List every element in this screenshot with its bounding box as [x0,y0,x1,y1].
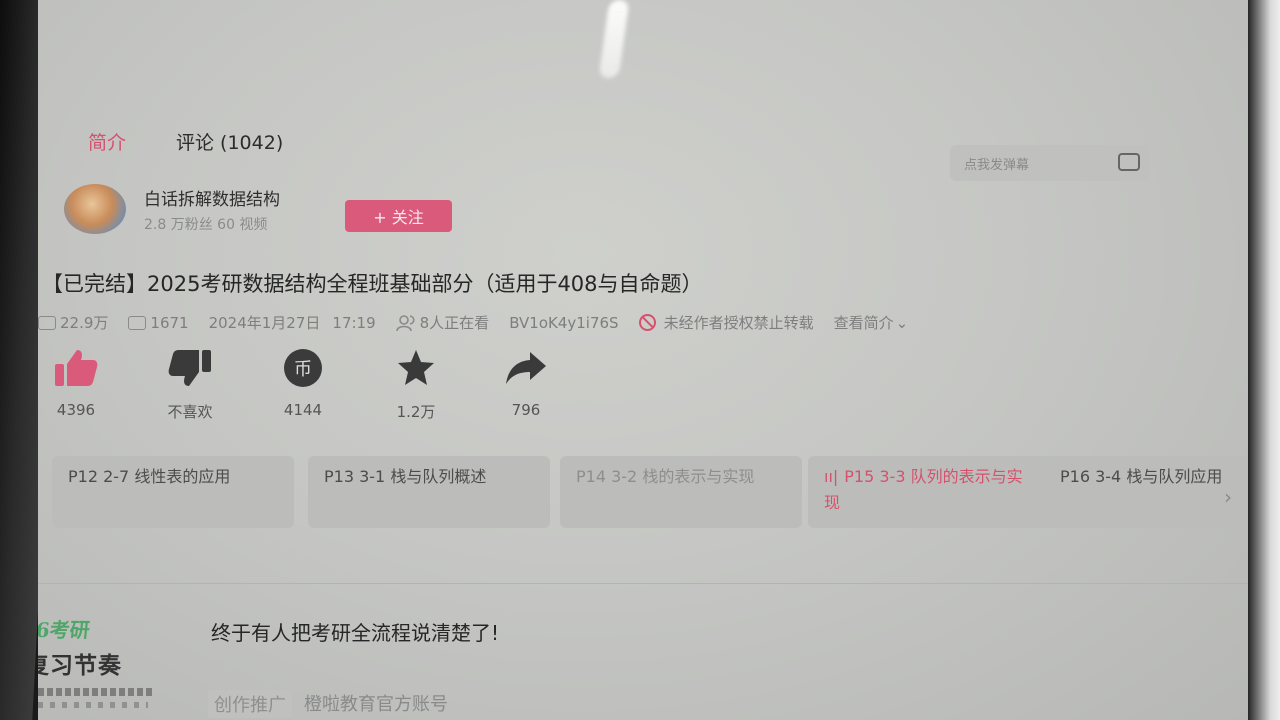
thumbs-down-icon [168,350,211,386]
coin-count: 4144 [283,401,323,419]
view-intro-link[interactable]: 查看简介 ⌄ [834,312,909,333]
promo-tag: 创作推广 [208,690,292,718]
danmaku-count-icon [128,315,147,330]
danmaku-input[interactable]: 点我发弹幕 [950,145,1150,181]
author-block[interactable]: 白话拆解数据结构 2.8 万粉丝 60 视频 [64,184,280,234]
avatar[interactable] [64,184,126,234]
episode-label: P13 3-1 栈与队列概述 [324,467,487,486]
thumb-decoration [38,688,152,696]
danmaku-count: 1671 [150,313,189,332]
episode-list: P12 2-7 线性表的应用 P13 3-1 栈与队列概述 P14 3-2 栈的… [38,456,1248,534]
thumbs-up-icon [55,350,98,386]
promo-account[interactable]: 橙啦教育官方账号 [304,690,448,718]
star-icon [398,350,434,385]
tab-comments[interactable]: 评论 (1042) [176,128,283,155]
promo-thumbnail[interactable]: 26考研 考复习节奏 [38,610,188,720]
play-count-icon [38,315,56,330]
favorite-count: 1.2万 [396,403,436,421]
light-glare [598,0,630,78]
episode-label: P15 3-3 队列的表示与实现 [824,467,1023,512]
author-name[interactable]: 白话拆解数据结构 [144,185,280,210]
like-button[interactable]: 4396 [38,345,116,419]
episode-item-p16[interactable]: P16 3-4 栈与队列应用 › [1044,456,1248,528]
publish-date: 2024年1月27日 [208,314,321,332]
publish-time: 17:19 [332,313,376,332]
favorite-button[interactable]: 1.2万 [376,345,456,422]
episode-item-p12[interactable]: P12 2-7 线性表的应用 [52,456,294,528]
share-button[interactable]: 796 [486,345,566,419]
watching-icon [395,314,415,331]
bvid[interactable]: BV1oK4y1i76S [509,314,618,332]
promo-title[interactable]: 终于有人把考研全流程说清楚了! [211,617,499,646]
view-intro-label[interactable]: 查看简介 [834,312,894,333]
coin-button[interactable]: 币 4144 [263,345,343,419]
tab-intro[interactable]: 简介 [88,128,126,155]
follow-button[interactable]: + 关注 [345,200,452,232]
coin-icon: 币 [284,349,322,387]
episode-label: P12 2-7 线性表的应用 [68,467,231,486]
no-repost-text: 未经作者授权禁止转载 [663,314,814,332]
tab-bar: 简介 评论 (1042) [88,128,283,155]
dislike-label: 不喜欢 [167,403,213,421]
thumb-line2: 考复习节奏 [38,652,122,679]
episode-label: P16 3-4 栈与队列应用 [1060,467,1223,486]
action-bar: 4396 不喜欢 币 4144 1.2万 796 [38,345,578,425]
no-repost-icon [638,314,656,331]
author-stats: 2.8 万粉丝 60 视频 [144,216,268,233]
danmaku-tv-icon[interactable] [1118,153,1140,171]
video-title: 【已完结】2025考研数据结构全程班基础部分（适用于408与自命题） [42,272,703,296]
promo-meta: 创作推广 橙啦教育官方账号 [208,690,448,718]
episode-item-p13[interactable]: P13 3-1 栈与队列概述 [308,456,550,528]
episode-item-p14[interactable]: P14 3-2 栈的表示与实现 [560,456,802,528]
like-count: 4396 [56,401,96,419]
danmaku-placeholder: 点我发弹幕 [964,157,1030,173]
episode-label: P14 3-2 栈的表示与实现 [576,467,755,486]
watching-count: 8人正在看 [419,314,490,332]
playing-bars-icon: ıı| [824,467,839,486]
thumb-line1: 26考研 [38,618,91,642]
episode-item-p15[interactable]: ıı| P15 3-3 队列的表示与实现 [808,456,1050,528]
view-count: 22.9万 [60,314,109,332]
divider [38,583,1248,584]
video-meta: 22.9万 1671 2024年1月27日 17:19 8人正在看 BV1oK4… [38,312,928,333]
thumb-decoration [38,702,148,708]
chevron-right-icon[interactable]: › [1224,484,1232,510]
tablet-screen: 简介 评论 (1042) 点我发弹幕 白话拆解数据结构 2.8 万粉丝 60 视… [38,0,1248,720]
share-count: 796 [511,401,541,419]
dislike-button[interactable]: 不喜欢 [150,345,230,422]
share-arrow-icon [506,352,546,384]
chevron-down-icon[interactable]: ⌄ [896,314,909,332]
